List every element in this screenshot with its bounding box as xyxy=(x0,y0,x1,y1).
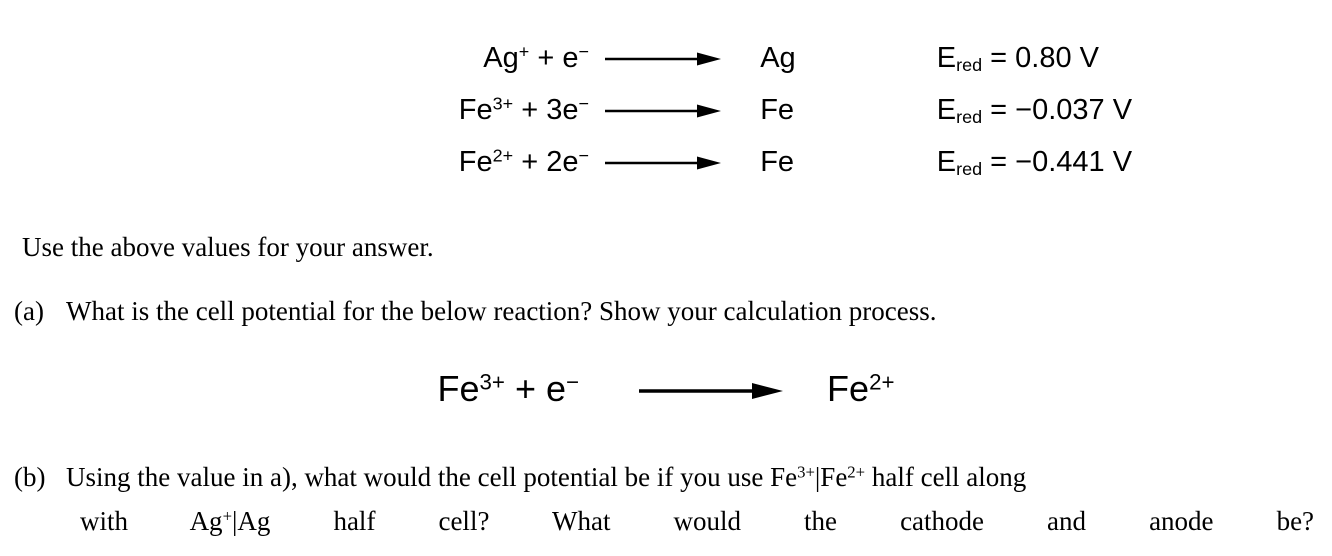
b-line1-sup2: 2+ xyxy=(847,462,866,482)
potential-symbol: E xyxy=(936,94,957,126)
half-reaction-product: Ag xyxy=(760,42,796,74)
b-word-with: with xyxy=(80,506,129,536)
equation-product-species: Fe xyxy=(827,368,870,409)
table-row: Fe3+ + 3e− Fe Ered = −0.037 V xyxy=(0,84,1332,136)
equation-electron-charge: − xyxy=(566,369,580,395)
reaction-arrow-cell xyxy=(589,136,738,188)
reaction-arrow-cell xyxy=(589,84,738,136)
b-line1-part2: Fe xyxy=(820,462,848,492)
reduction-potential: Ered = −0.037 V xyxy=(937,84,1332,136)
b-word-be: be? xyxy=(1276,506,1315,536)
potential-subscript: red xyxy=(956,106,983,127)
b-word-and: and xyxy=(1047,506,1087,536)
right-arrow-icon xyxy=(604,104,721,118)
question-b-label: (b) xyxy=(14,462,46,492)
question-b-line-2: with Ag+|Ag half cell? What would the ca… xyxy=(66,499,1314,543)
table-row: Fe2+ + 2e− Fe Ered = −0.441 V xyxy=(0,136,1332,188)
b-word-cathode: cathode xyxy=(900,506,985,536)
b-line1-part1: Using the value in a), what would the ce… xyxy=(66,462,798,492)
half-reaction-reactant: Fe2+ + 2e− xyxy=(0,136,589,188)
potential-value: = 0.80 V xyxy=(990,42,1100,74)
question-a: (a) What is the cell potential for the b… xyxy=(14,292,1304,330)
reduction-potential: Ered = 0.80 V xyxy=(937,32,1332,84)
b-silver-ion: Ag+|Ag xyxy=(190,506,271,536)
table-row: Ag+ + e− Ag Ered = 0.80 V xyxy=(0,32,1332,84)
question-a-label: (a) xyxy=(14,296,44,326)
b-word-half: half xyxy=(333,506,376,536)
potential-subscript: red xyxy=(956,158,983,179)
reactant-species: Fe xyxy=(458,94,493,126)
reactant-species: Ag xyxy=(483,42,519,74)
electron-charge: − xyxy=(578,145,589,166)
potential-subscript: red xyxy=(956,54,983,75)
equation-product-charge: 2+ xyxy=(869,369,895,395)
right-arrow-icon xyxy=(604,52,721,66)
b-ag-2: Ag xyxy=(237,506,271,536)
half-reaction-product: Fe xyxy=(760,94,795,126)
b-word-would: would xyxy=(673,506,742,536)
b-line1-sup1: 3+ xyxy=(797,462,815,482)
potential-value: = −0.037 V xyxy=(990,94,1133,126)
reactant-rest: + e xyxy=(529,42,579,74)
b-line1-part3: half cell along xyxy=(865,462,1027,492)
right-arrow-icon xyxy=(639,383,784,400)
b-ag-1: Ag xyxy=(189,506,223,536)
b-word-cell: cell? xyxy=(438,506,490,536)
question-a-text: What is the cell potential for the below… xyxy=(66,296,937,326)
reduction-potential: Ered = −0.441 V xyxy=(937,136,1332,188)
electron-charge: − xyxy=(578,41,589,62)
equation-reactant-species: Fe xyxy=(437,368,480,409)
question-b: (b) Using the value in a), what would th… xyxy=(14,455,1314,543)
reactant-species: Fe xyxy=(458,146,493,178)
question-a-equation: Fe3+ + e− Fe2+ xyxy=(0,366,1332,412)
b-word-the: the xyxy=(804,506,838,536)
reactant-charge: 3+ xyxy=(492,93,514,114)
right-arrow-icon xyxy=(604,156,721,170)
half-reaction-reactant: Fe3+ + 3e− xyxy=(0,84,589,136)
potential-symbol: E xyxy=(936,42,957,74)
half-reaction-product: Fe xyxy=(760,146,795,178)
reactant-charge: + xyxy=(518,41,530,62)
question-b-line-1: Using the value in a), what would the ce… xyxy=(66,455,1314,499)
b-ag-1-charge: + xyxy=(222,506,233,526)
equation-reactant-rest: + e xyxy=(504,368,567,409)
half-reaction-table: Ag+ + e− Ag Ered = 0.80 V Fe3+ + 3e− Fe … xyxy=(0,32,1332,188)
reactant-rest: + 2e xyxy=(513,146,579,178)
b-word-anode: anode xyxy=(1149,506,1214,536)
reactant-rest: + 3e xyxy=(513,94,579,126)
electron-charge: − xyxy=(578,93,589,114)
question-b-text: Using the value in a), what would the ce… xyxy=(66,455,1314,543)
b-word-what: What xyxy=(551,506,611,536)
half-reaction-reactant: Ag+ + e− xyxy=(0,32,589,84)
potential-symbol: E xyxy=(936,146,957,178)
potential-value: = −0.441 V xyxy=(990,146,1133,178)
reaction-arrow-cell xyxy=(589,32,738,84)
reactant-charge: 2+ xyxy=(492,145,514,166)
intro-text: Use the above values for your answer. xyxy=(22,232,434,262)
equation-reactant-charge: 3+ xyxy=(479,369,505,395)
